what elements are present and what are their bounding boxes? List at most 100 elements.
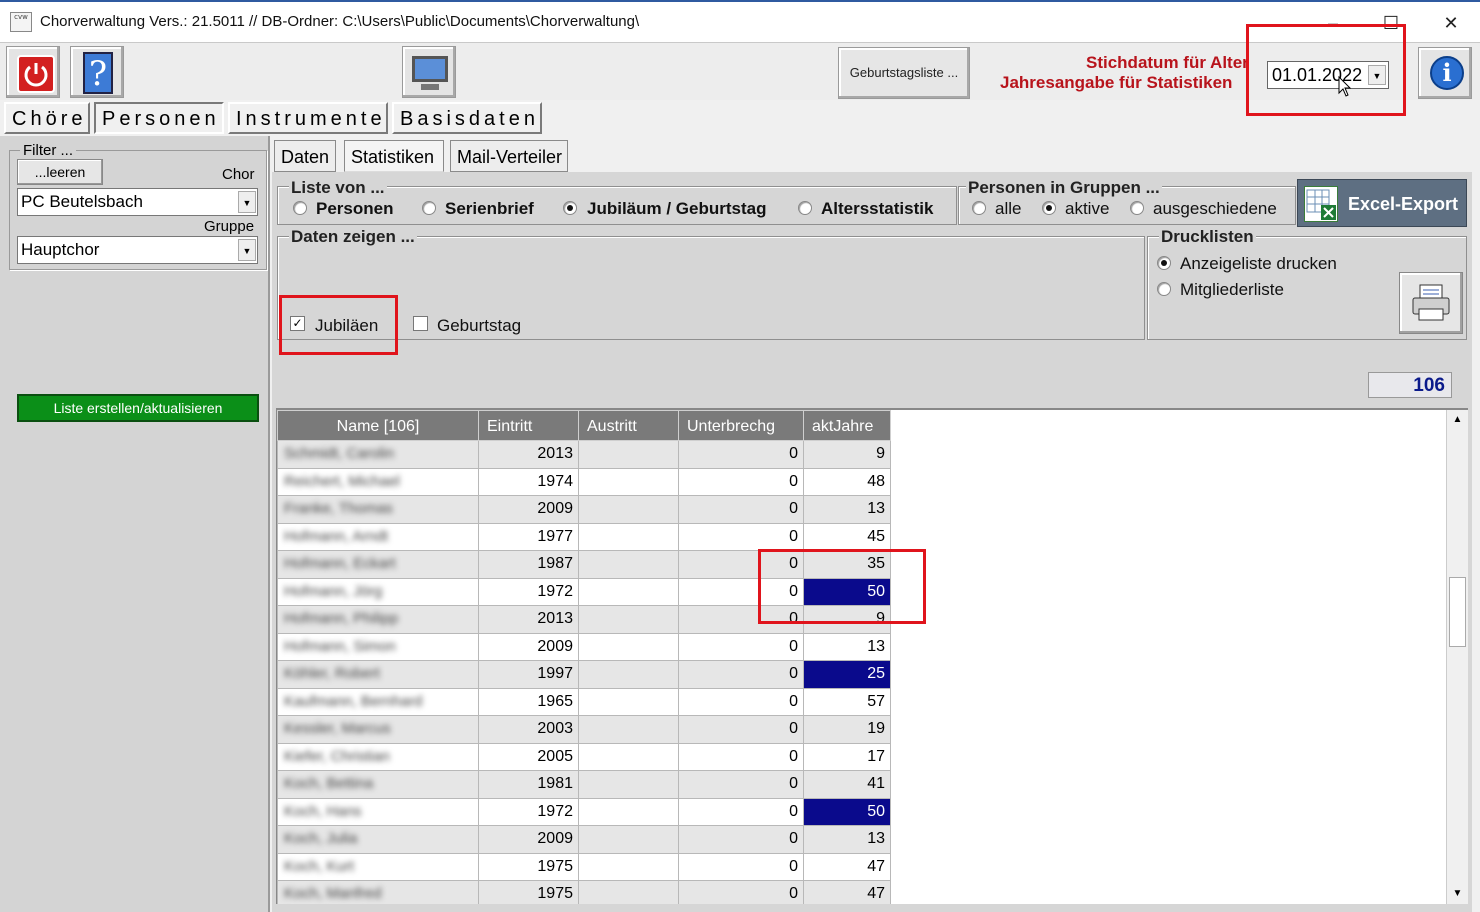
radio-jubilaeum-geburtstag[interactable] xyxy=(563,201,577,215)
cell-eintritt[interactable]: 2003 xyxy=(478,715,579,744)
info-button[interactable]: i xyxy=(1418,47,1472,99)
cell-austritt[interactable] xyxy=(578,825,679,854)
cell-name[interactable]: Hofmann, Arndt xyxy=(277,522,479,551)
cell-eintritt[interactable]: 1987 xyxy=(478,550,579,579)
cell-unterbrechung[interactable]: 0 xyxy=(678,770,804,799)
cell-unterbrechung[interactable]: 0 xyxy=(678,660,804,689)
cell-austritt[interactable] xyxy=(578,632,679,661)
cell-austritt[interactable] xyxy=(578,467,679,496)
column-header-name[interactable]: Name [106] xyxy=(277,410,479,441)
tab-basisdaten[interactable]: Basisdaten xyxy=(392,102,542,134)
table-row[interactable]: Hofmann, Simon 2009 0 13 xyxy=(277,632,891,661)
cell-aktjahre[interactable]: 48 xyxy=(803,467,891,496)
column-header-austritt[interactable]: Austritt xyxy=(578,410,679,441)
cell-unterbrechung[interactable]: 0 xyxy=(678,440,804,469)
cell-austritt[interactable] xyxy=(578,880,679,904)
cell-aktjahre[interactable]: 50 xyxy=(803,797,891,826)
help-button[interactable]: ? xyxy=(70,46,124,98)
chevron-down-icon[interactable]: ▼ xyxy=(238,239,256,261)
table-row[interactable]: Franke, Thomas 2009 0 13 xyxy=(277,495,891,524)
choir-select[interactable]: PC Beutelsbach ▼ xyxy=(17,188,258,216)
radio-aktive[interactable] xyxy=(1042,201,1056,215)
column-header-eintritt[interactable]: Eintritt xyxy=(478,410,579,441)
cell-unterbrechung[interactable]: 0 xyxy=(678,852,804,881)
scroll-up-icon[interactable]: ▲ xyxy=(1447,410,1468,430)
cell-unterbrechung[interactable]: 0 xyxy=(678,687,804,716)
table-row[interactable]: Hofmann, Arndt 1977 0 45 xyxy=(277,522,891,551)
cell-eintritt[interactable]: 1972 xyxy=(478,577,579,606)
cell-aktjahre[interactable]: 41 xyxy=(803,770,891,799)
cell-eintritt[interactable]: 1997 xyxy=(478,660,579,689)
radio-display-list-print[interactable] xyxy=(1157,256,1171,270)
cell-unterbrechung[interactable]: 0 xyxy=(678,797,804,826)
table-row[interactable]: Schmidt, Carolin 2013 0 9 xyxy=(277,440,891,469)
cell-name[interactable]: Koch, Manfred xyxy=(277,880,479,904)
table-row[interactable]: Koch, Manfred 1975 0 47 xyxy=(277,880,891,904)
cell-name[interactable]: Koch, Hans xyxy=(277,797,479,826)
cell-name[interactable]: Hofmann, Jörg xyxy=(277,577,479,606)
cell-eintritt[interactable]: 1975 xyxy=(478,880,579,904)
cell-name[interactable]: Koch, Bettina xyxy=(277,770,479,799)
cell-aktjahre[interactable]: 47 xyxy=(803,880,891,904)
cell-name[interactable]: Hofmann, Eckart xyxy=(277,550,479,579)
cell-eintritt[interactable]: 2009 xyxy=(478,495,579,524)
cell-unterbrechung[interactable]: 0 xyxy=(678,715,804,744)
cell-name[interactable]: Schmidt, Carolin xyxy=(277,440,479,469)
radio-altersstatistik[interactable] xyxy=(798,201,812,215)
cell-aktjahre[interactable]: 47 xyxy=(803,852,891,881)
close-button[interactable]: ✕ xyxy=(1436,12,1466,34)
cell-austritt[interactable] xyxy=(578,687,679,716)
cell-austritt[interactable] xyxy=(578,770,679,799)
cell-aktjahre[interactable]: 13 xyxy=(803,825,891,854)
table-row[interactable]: Koch, Julia 2009 0 13 xyxy=(277,825,891,854)
vertical-scrollbar[interactable]: ▲ ▼ xyxy=(1446,410,1468,904)
cell-austritt[interactable] xyxy=(578,715,679,744)
cell-austritt[interactable] xyxy=(578,742,679,771)
cell-unterbrechung[interactable]: 0 xyxy=(678,825,804,854)
excel-export-button[interactable]: Excel-Export xyxy=(1297,179,1467,227)
table-row[interactable]: Kaufmann, Bernhard 1965 0 57 xyxy=(277,687,891,716)
cell-austritt[interactable] xyxy=(578,522,679,551)
cell-unterbrechung[interactable]: 0 xyxy=(678,880,804,904)
cell-name[interactable]: Kessler, Marcus xyxy=(277,715,479,744)
cell-name[interactable]: Koch, Kurt xyxy=(277,852,479,881)
radio-alle[interactable] xyxy=(972,201,986,215)
cell-name[interactable]: Hofmann, Philipp xyxy=(277,605,479,634)
cell-austritt[interactable] xyxy=(578,440,679,469)
cell-name[interactable]: Franke, Thomas xyxy=(277,495,479,524)
radio-personen[interactable] xyxy=(293,201,307,215)
tab-personen[interactable]: Personen xyxy=(94,102,224,134)
cell-unterbrechung[interactable]: 0 xyxy=(678,522,804,551)
table-row[interactable]: Köhler, Robert 1997 0 25 xyxy=(277,660,891,689)
table-row[interactable]: Kiefer, Christian 2005 0 17 xyxy=(277,742,891,771)
cell-eintritt[interactable]: 2013 xyxy=(478,605,579,634)
cell-aktjahre[interactable]: 25 xyxy=(803,660,891,689)
cell-aktjahre[interactable]: 45 xyxy=(803,522,891,551)
tab-mail-verteiler[interactable]: Mail-Verteiler xyxy=(450,140,568,172)
cell-eintritt[interactable]: 1965 xyxy=(478,687,579,716)
cell-eintritt[interactable]: 1981 xyxy=(478,770,579,799)
table-row[interactable]: Reichert, Michael 1974 0 48 xyxy=(277,467,891,496)
cell-aktjahre[interactable]: 17 xyxy=(803,742,891,771)
column-header-unterbrechung[interactable]: Unterbrechg xyxy=(678,410,804,441)
tab-daten[interactable]: Daten xyxy=(274,140,336,172)
cell-austritt[interactable] xyxy=(578,577,679,606)
cell-name[interactable]: Köhler, Robert xyxy=(277,660,479,689)
cell-name[interactable]: Kaufmann, Bernhard xyxy=(277,687,479,716)
scroll-down-icon[interactable]: ▼ xyxy=(1447,884,1468,904)
display-button[interactable] xyxy=(402,46,456,98)
tab-choere[interactable]: Chöre xyxy=(4,102,90,134)
radio-serienbrief[interactable] xyxy=(422,201,436,215)
cell-unterbrechung[interactable]: 0 xyxy=(678,467,804,496)
cell-eintritt[interactable]: 1977 xyxy=(478,522,579,551)
cell-austritt[interactable] xyxy=(578,550,679,579)
cell-unterbrechung[interactable]: 0 xyxy=(678,495,804,524)
cell-eintritt[interactable]: 2009 xyxy=(478,825,579,854)
cell-austritt[interactable] xyxy=(578,852,679,881)
cell-eintritt[interactable]: 1972 xyxy=(478,797,579,826)
cell-eintritt[interactable]: 2013 xyxy=(478,440,579,469)
cell-austritt[interactable] xyxy=(578,495,679,524)
table-row[interactable]: Koch, Kurt 1975 0 47 xyxy=(277,852,891,881)
cell-name[interactable]: Hofmann, Simon xyxy=(277,632,479,661)
cell-eintritt[interactable]: 1974 xyxy=(478,467,579,496)
